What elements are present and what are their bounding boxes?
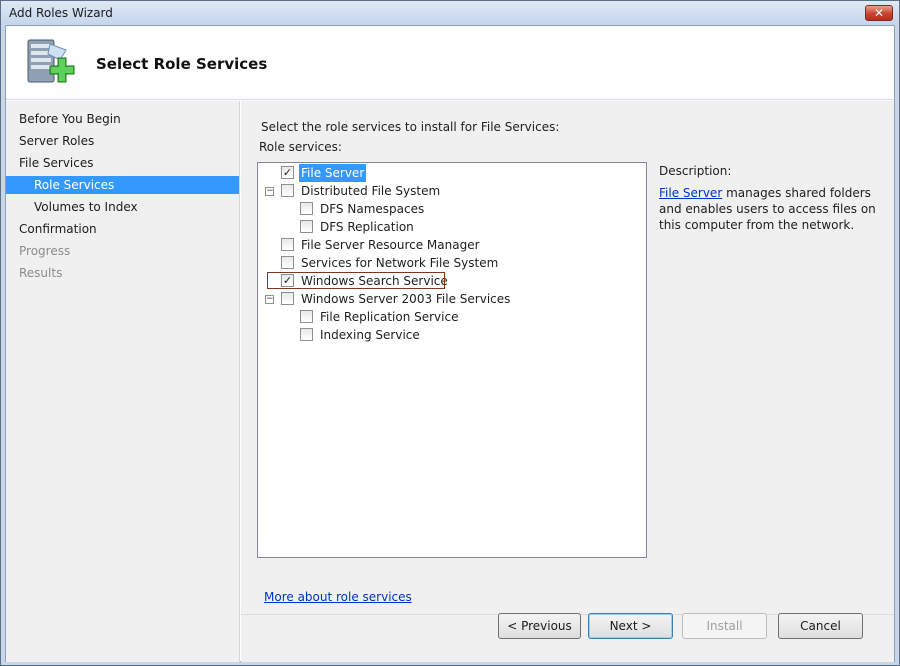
checkbox-file-server[interactable]: ✓ (281, 166, 294, 179)
nav-results: Results (19, 266, 63, 280)
checkbox-file-replication-service[interactable] (300, 310, 313, 323)
tree-label: Windows Server 2003 File Services (301, 292, 511, 306)
install-button: Install (682, 613, 767, 639)
tree-item-file-replication-service[interactable]: File Replication Service (258, 308, 646, 326)
tree-label: Indexing Service (320, 328, 420, 342)
tree-item-dfs-namespaces[interactable]: DFS Namespaces (258, 200, 646, 218)
checkbox-dfs-replication[interactable] (300, 220, 313, 233)
role-services-tree[interactable]: ✓ File Server − Distributed File System … (257, 162, 647, 558)
role-services-label: Role services: (259, 140, 342, 154)
tree-item-windows-server-2003-file-services[interactable]: − Windows Server 2003 File Services (258, 290, 646, 308)
tree-item-services-for-nfs[interactable]: Services for Network File System (258, 254, 646, 272)
checkbox-dfs-namespaces[interactable] (300, 202, 313, 215)
file-server-help-link[interactable]: File Server (659, 186, 722, 200)
tree-item-distributed-file-system[interactable]: − Distributed File System (258, 182, 646, 200)
wizard-client: Select Role Services Before You Begin Se… (5, 25, 895, 662)
wizard-footer: < Previous Next > Install Cancel (241, 613, 894, 662)
tree-label: DFS Namespaces (320, 202, 425, 216)
previous-button[interactable]: < Previous (498, 613, 581, 639)
nav-server-roles[interactable]: Server Roles (6, 132, 239, 150)
tree-item-dfs-replication[interactable]: DFS Replication (258, 218, 646, 236)
description-label: Description: (659, 164, 732, 178)
server-add-icon (27, 39, 75, 83)
checkbox-windows-server-2003-file-services[interactable] (281, 292, 294, 305)
nav-volumes-to-index[interactable]: Volumes to Index (6, 198, 239, 216)
wizard-steps-nav: Before You Begin Server Roles File Servi… (6, 101, 240, 662)
tree-item-indexing-service[interactable]: Indexing Service (258, 326, 646, 344)
nav-file-services[interactable]: File Services (6, 154, 239, 172)
cancel-button[interactable]: Cancel (778, 613, 863, 639)
description-text: File Server manages shared folders and e… (659, 185, 879, 233)
window-title: Add Roles Wizard (9, 6, 113, 20)
tree-label: Distributed File System (301, 184, 441, 198)
tree-label: DFS Replication (320, 220, 414, 234)
checkbox-file-server-resource-manager[interactable] (281, 238, 294, 251)
next-button[interactable]: Next > (588, 613, 673, 639)
add-roles-wizard-window: Add Roles Wizard ✕ Select Role Services … (0, 0, 900, 666)
focus-outline (267, 272, 445, 289)
tree-item-file-server[interactable]: ✓ File Server (258, 164, 646, 182)
nav-role-services[interactable]: Role Services (6, 176, 239, 194)
more-about-role-services-link[interactable]: More about role services (264, 590, 412, 604)
collapse-icon[interactable]: − (265, 187, 274, 196)
nav-progress: Progress (19, 244, 71, 258)
close-icon: ✕ (873, 6, 885, 20)
checkbox-services-for-nfs[interactable] (281, 256, 294, 269)
instruction-text: Select the role services to install for … (261, 120, 560, 134)
tree-label: File Replication Service (320, 310, 459, 324)
collapse-icon[interactable]: − (265, 295, 274, 304)
main-panel: Select the role services to install for … (241, 101, 894, 614)
tree-item-file-server-resource-manager[interactable]: File Server Resource Manager (258, 236, 646, 254)
close-button[interactable]: ✕ (865, 5, 893, 21)
checkbox-distributed-file-system[interactable] (281, 184, 294, 197)
wizard-header: Select Role Services (6, 26, 894, 100)
title-bar[interactable]: Add Roles Wizard ✕ (1, 1, 899, 25)
nav-before-you-begin[interactable]: Before You Begin (6, 110, 239, 128)
page-title: Select Role Services (96, 55, 268, 73)
nav-confirmation[interactable]: Confirmation (6, 220, 239, 238)
checkbox-indexing-service[interactable] (300, 328, 313, 341)
tree-label: File Server Resource Manager (301, 238, 480, 252)
tree-label: Services for Network File System (301, 256, 499, 270)
tree-label: File Server (299, 164, 367, 182)
